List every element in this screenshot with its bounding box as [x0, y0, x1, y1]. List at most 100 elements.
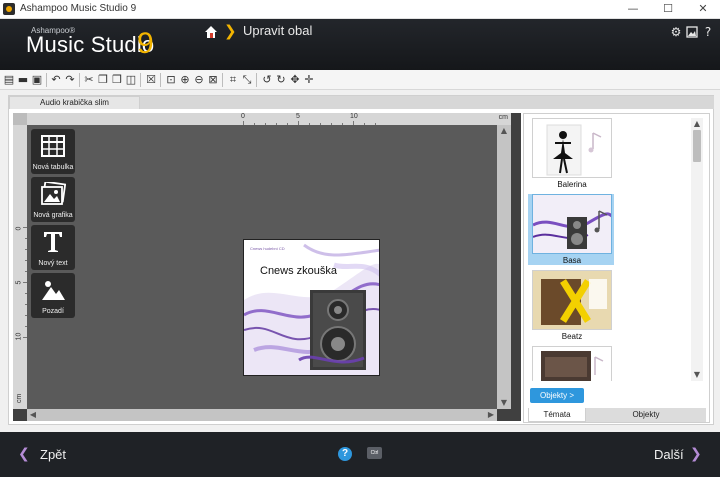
scroll-thumb[interactable]	[693, 130, 701, 162]
tab-temata[interactable]: Témata	[528, 408, 586, 422]
app-header: Ashampoo® Music Studio 9 ❯ Upravit obal …	[0, 19, 720, 70]
canvas-frame: 0 5 10 cm 0 5 10 cm Nová tabulka Nová gr…	[13, 113, 521, 421]
cover-artwork	[244, 243, 379, 375]
layers-icon[interactable]: ◫	[124, 73, 138, 87]
ctrl-key-icon[interactable]: Ctrl	[367, 447, 382, 459]
delete-icon[interactable]: ☒	[144, 73, 158, 87]
theme-label: Beatz	[561, 332, 583, 341]
minimize-button[interactable]: —	[616, 0, 650, 18]
theme-list-scrollbar[interactable]: ▲ ▼	[691, 118, 703, 381]
rotate-right-icon[interactable]: ↻	[274, 73, 288, 87]
move-icon[interactable]: ✛	[302, 73, 316, 87]
chevron-right-icon: ❯	[224, 22, 237, 40]
new-table-button[interactable]: Nová tabulka	[31, 129, 75, 174]
open-icon[interactable]: ▬	[16, 73, 30, 87]
ruler-unit: cm	[16, 393, 24, 404]
redo-icon[interactable]: ↷	[63, 73, 77, 87]
theme-item-balerina[interactable]: Balerina	[528, 118, 614, 189]
scroll-left-icon[interactable]: ◀	[27, 409, 39, 421]
resize-icon[interactable]: ⤡	[240, 73, 254, 87]
canvas-horizontal-scrollbar[interactable]: ◀ ▶	[27, 409, 497, 421]
chevron-right-icon[interactable]: ❯	[690, 446, 702, 462]
undo-icon[interactable]: ↶	[49, 73, 63, 87]
theme-label: Balerina	[557, 180, 587, 189]
app-window: Ashampoo Music Studio 9 — ☐ ✕ Ashampoo® …	[0, 0, 720, 477]
image-icon	[41, 182, 66, 205]
tool-label: Nová grafika	[33, 212, 73, 219]
tool-label: Nový text	[38, 260, 68, 267]
scroll-down-icon[interactable]: ▼	[691, 369, 703, 381]
theme-list: Balerina Basa Beatz	[528, 118, 690, 381]
new-graphic-button[interactable]: Nová grafika	[31, 177, 75, 222]
back-button[interactable]: Zpět	[40, 447, 66, 462]
tab-objekty[interactable]: Objekty	[586, 408, 706, 422]
chevron-left-icon[interactable]: ❮	[18, 446, 30, 462]
text-icon	[44, 232, 62, 252]
paste-icon[interactable]: ❒	[110, 73, 124, 87]
window-title: Ashampoo Music Studio 9	[20, 3, 137, 14]
zoom-in-icon[interactable]: ⊕	[178, 73, 192, 87]
background-icon	[42, 281, 65, 300]
help-icon[interactable]: ?	[338, 447, 352, 461]
table-icon	[41, 135, 65, 157]
theme-item-beatz[interactable]: Beatz	[528, 270, 614, 341]
canvas-vertical-scrollbar[interactable]: ▲ ▼	[497, 125, 511, 409]
move-horizontal-icon[interactable]: ✥	[288, 73, 302, 87]
ruler-label: 0	[241, 113, 245, 120]
background-button[interactable]: Pozadí	[31, 273, 75, 318]
cd-cover[interactable]: Cnews hudební CD Cnews zkouška	[243, 239, 380, 376]
crop-icon[interactable]: ⌗	[226, 73, 240, 87]
brand-name: Music Studio	[26, 32, 155, 57]
brand-version: 9	[137, 27, 154, 60]
tool-label: Pozadí	[42, 308, 64, 315]
cover-title[interactable]: Cnews zkouška	[260, 265, 337, 277]
theme-label: Basa	[562, 256, 582, 265]
close-button[interactable]: ✕	[686, 0, 720, 18]
tool-label: Nová tabulka	[32, 164, 74, 171]
theme-item-4[interactable]	[528, 346, 614, 381]
title-bar: Ashampoo Music Studio 9 — ☐ ✕	[0, 0, 720, 19]
canvas-stage[interactable]: Nová tabulka Nová grafika Nový text Poza…	[27, 125, 497, 409]
themes-panel: Balerina Basa Beatz ▲ ▼ Objekty > Témata…	[523, 113, 710, 423]
ruler-left: 0 5 10 cm	[13, 125, 27, 409]
cover-subtitle[interactable]: Cnews hudební CD	[250, 246, 285, 251]
scroll-up-icon[interactable]: ▲	[691, 118, 703, 130]
toolbar: ▤ ▬ ▣ ↶ ↷ ✂ ❐ ❒ ◫ ☒ ⊡ ⊕ ⊖ ⊠ ⌗ ⤡ ↺ ↻ ✥ ✛	[0, 70, 720, 90]
ruler-top: 0 5 10 cm	[27, 113, 511, 125]
next-button[interactable]: Další	[654, 447, 684, 462]
scroll-right-icon[interactable]: ▶	[485, 409, 497, 421]
help-icon[interactable]: ?	[702, 26, 714, 38]
home-icon[interactable]	[204, 25, 218, 39]
theme-thumbnail	[532, 194, 612, 254]
zoom-out-icon[interactable]: ⊖	[192, 73, 206, 87]
scroll-down-icon[interactable]: ▼	[498, 397, 510, 409]
ruler-unit: cm	[498, 114, 508, 121]
copy-icon[interactable]: ❐	[96, 73, 110, 87]
save-icon[interactable]: ▣	[30, 73, 44, 87]
gear-icon[interactable]: ⚙	[670, 26, 682, 38]
ruler-label: 5	[296, 113, 300, 120]
scroll-up-icon[interactable]: ▲	[498, 125, 510, 137]
ruler-label: 5	[15, 280, 23, 285]
ruler-label: 10	[15, 332, 23, 341]
theme-item-basa[interactable]: Basa	[528, 194, 614, 265]
theme-thumbnail	[532, 118, 612, 178]
theme-thumbnail	[532, 270, 612, 330]
objects-button[interactable]: Objekty >	[530, 388, 584, 403]
bottom-bar: ❮ Zpět ? Ctrl Další ❯	[0, 432, 720, 477]
zoom-selection-icon[interactable]: ⊠	[206, 73, 220, 87]
new-icon[interactable]: ▤	[2, 73, 16, 87]
app-icon	[3, 3, 15, 15]
ruler-corner	[13, 113, 27, 125]
rotate-left-icon[interactable]: ↺	[260, 73, 274, 87]
tab-strip	[140, 96, 714, 109]
picture-icon[interactable]	[686, 26, 698, 38]
cut-icon[interactable]: ✂	[82, 73, 96, 87]
zoom-fit-icon[interactable]: ⊡	[164, 73, 178, 87]
theme-thumbnail	[532, 346, 612, 381]
new-text-button[interactable]: Nový text	[31, 225, 75, 270]
breadcrumb: Upravit obal	[243, 23, 313, 38]
tab-audio-krabicka-slim[interactable]: Audio krabička slim	[9, 96, 140, 109]
maximize-button[interactable]: ☐	[651, 0, 685, 18]
ruler-label: 0	[15, 226, 23, 231]
